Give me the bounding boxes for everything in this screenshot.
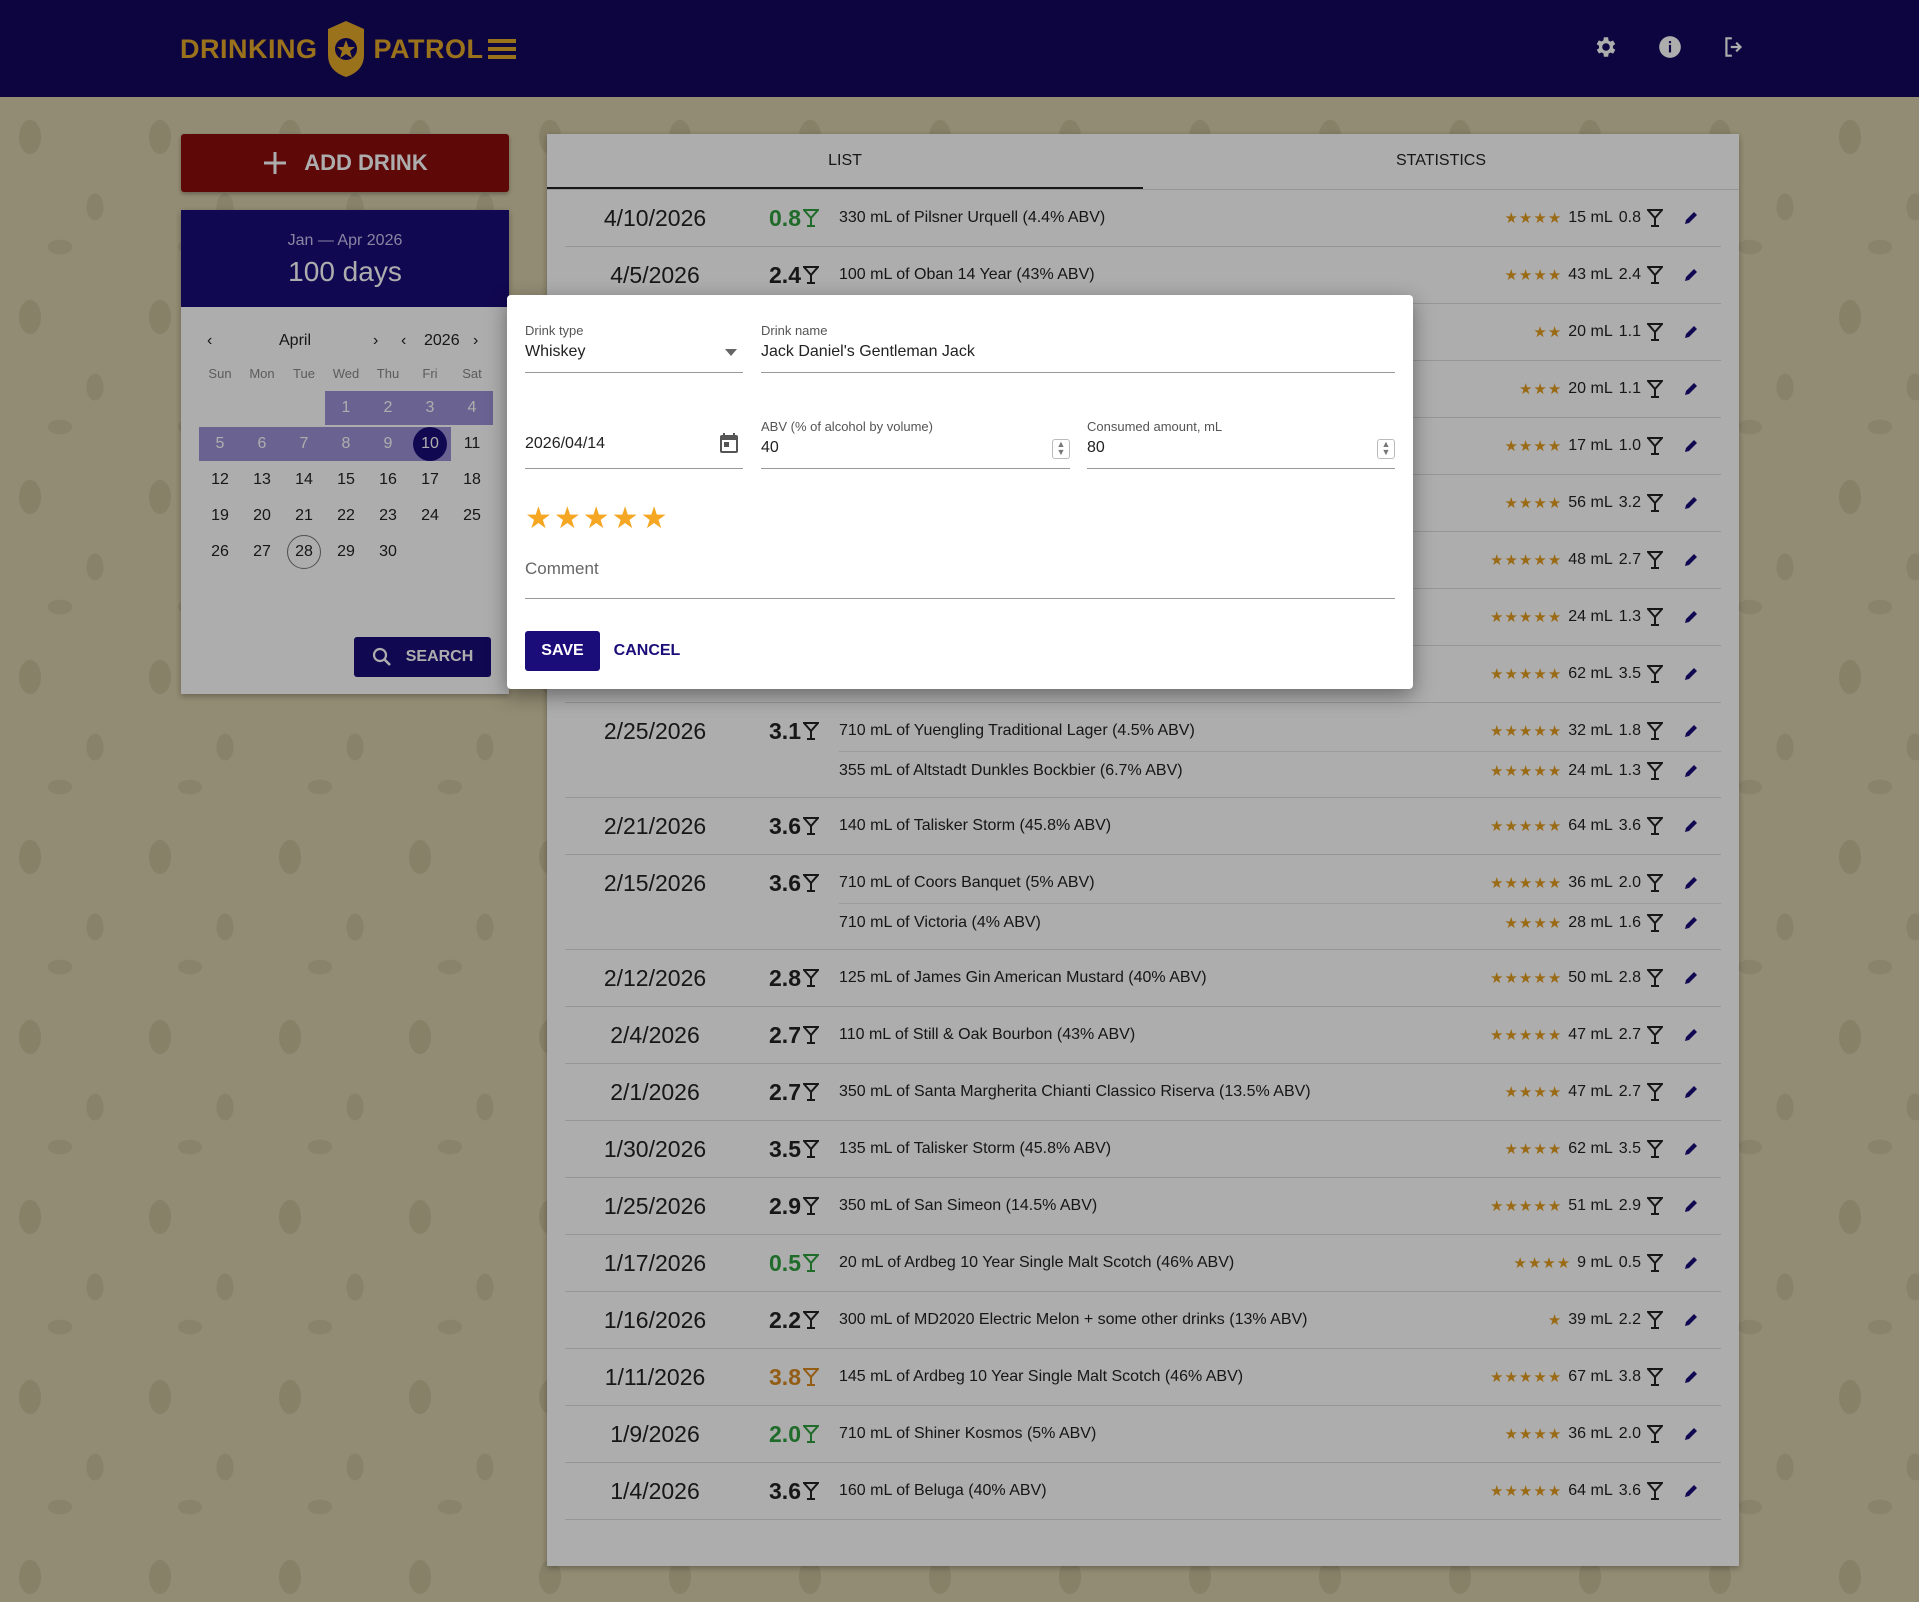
dropdown-arrow-icon [725,349,737,356]
rating-stars[interactable]: ★★★★★ [525,501,669,536]
amount-field[interactable]: Consumed amount, mL 80 ▲ ▼ [1087,419,1395,469]
drink-type-label: Drink type [525,323,584,338]
amount-stepper[interactable]: ▲ ▼ [1377,439,1395,459]
abv-value: 40 [761,439,779,456]
comment-placeholder: Comment [525,559,599,578]
modal-backdrop[interactable] [0,0,1919,1602]
date-field[interactable]: 2026/04/14 [525,419,743,469]
amount-label: Consumed amount, mL [1087,419,1223,434]
drink-name-value: Jack Daniel's Gentleman Jack [761,343,975,360]
edit-drink-dialog: Drink type Whiskey Drink name Jack Danie… [507,295,1413,689]
date-value: 2026/04/14 [525,435,606,452]
cancel-button[interactable]: CANCEL [607,631,687,671]
drink-name-field[interactable]: Drink name Jack Daniel's Gentleman Jack [761,323,1395,373]
save-button[interactable]: SAVE [525,631,600,671]
calendar-icon[interactable] [717,431,741,455]
drink-type-value: Whiskey [525,343,586,360]
abv-label: ABV (% of alcohol by volume) [761,419,933,434]
abv-stepper[interactable]: ▲ ▼ [1052,439,1070,459]
drink-type-select[interactable]: Drink type Whiskey [525,323,743,373]
amount-value: 80 [1087,439,1105,456]
drink-name-label: Drink name [761,323,828,338]
abv-field[interactable]: ABV (% of alcohol by volume) 40 ▲ ▼ [761,419,1070,469]
comment-field[interactable]: Comment [525,559,1395,599]
